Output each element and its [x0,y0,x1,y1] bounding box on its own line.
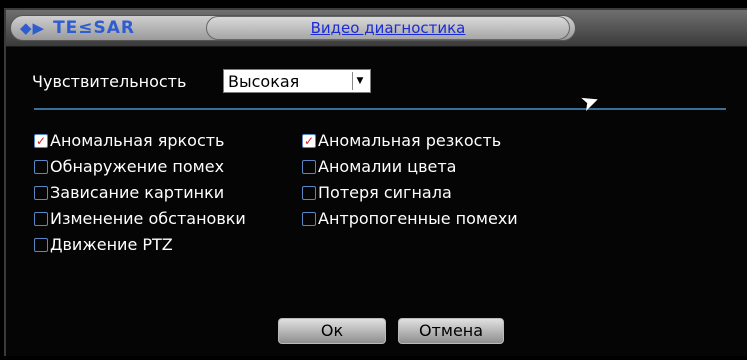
option-label: Изменение обстановки [50,209,246,228]
divider [34,108,726,110]
checkbox-unchecked-icon[interactable] [302,211,316,226]
checkbox-checked-icon[interactable]: ✓ [34,133,48,148]
checkbox-checked-icon[interactable]: ✓ [302,133,316,148]
sensitivity-label: Чувствительность [32,72,187,91]
option-image-freeze[interactable]: Зависание картинки [34,183,224,202]
checkbox-unchecked-icon[interactable] [34,159,48,174]
option-color-anomalies[interactable]: Аномалии цвета [302,157,456,176]
option-anthropogenic-noise[interactable]: Антропогенные помехи [302,209,518,228]
option-label: Аномальная яркость [50,131,225,150]
chevron-down-icon[interactable]: ▼ [352,72,367,90]
window-title-text: Видео диагностика [310,19,466,37]
option-label: Движение PTZ [50,235,173,254]
checkbox-unchecked-icon[interactable] [302,159,316,174]
option-signal-loss[interactable]: Потеря сигнала [302,183,452,202]
option-label: Потеря сигнала [318,183,452,202]
title-bar: ◆▶ TE≤SAR Видео диагностика [6,10,747,47]
option-label: Аномальная резкость [318,131,502,150]
option-label: Антропогенные помехи [318,209,518,228]
option-ptz-movement[interactable]: Движение PTZ [34,235,173,254]
option-scene-change[interactable]: Изменение обстановки [34,209,246,228]
ok-button[interactable]: Ок [278,318,386,344]
option-label: Зависание картинки [50,183,225,202]
option-abnormal-brightness[interactable]: ✓ Аномальная яркость [34,131,224,150]
window-title: Видео диагностика [206,16,570,40]
dialog-content: Чувствительность Высокая ▼ ➤ ✓ Аномальна… [6,47,747,354]
video-diagnostics-window: ◆▶ TE≤SAR Видео диагностика Чувствительн… [4,8,747,356]
option-abnormal-sharpness[interactable]: ✓ Аномальная резкость [302,131,501,150]
logo-arrows-icon: ◆▶ [20,19,46,37]
mouse-cursor-icon: ➤ [577,87,604,118]
cancel-button[interactable]: Отмена [398,318,504,344]
checkbox-unchecked-icon[interactable] [34,237,48,252]
sensitivity-select[interactable]: Высокая ▼ [223,69,371,93]
checkbox-unchecked-icon[interactable] [34,185,48,200]
option-label: Обнаружение помех [50,157,225,176]
option-label: Аномалии цвета [318,157,457,176]
teksar-logo: ◆▶ TE≤SAR [20,15,135,41]
checkbox-unchecked-icon[interactable] [302,185,316,200]
checkbox-unchecked-icon[interactable] [34,211,48,226]
logo-text: TE≤SAR [53,18,136,38]
sensitivity-value: Высокая [228,71,300,91]
option-noise-detection[interactable]: Обнаружение помех [34,157,224,176]
